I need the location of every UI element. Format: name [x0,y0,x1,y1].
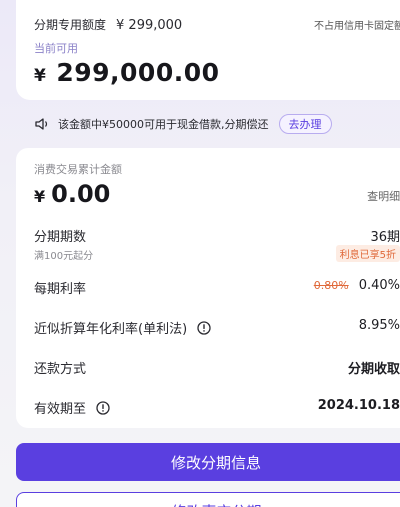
rate-row: 每期利率 0.80% 0.40% [34,278,400,297]
consumption-currency: ¥ [34,187,46,206]
quota-note: 不占用信用卡固定额度 [314,21,400,32]
annual-rate-value: 8.95% [358,318,400,333]
installment-card: 消费交易累计金额 ¥0.00 查明细> 分期期数 满100元起分 36期 利息已… [16,148,400,428]
secondary-action-button[interactable]: 修改索宝分期 [16,492,400,507]
detail-link-label: 查明细 [367,190,400,203]
repayment-row: 还款方式 分期收取 [34,358,400,377]
available-label: 当前可用 [34,42,78,55]
available-amount: ¥299,000.00 [34,58,220,87]
periods-row[interactable]: 分期期数 满100元起分 36期 利息已享5折 [34,226,400,262]
speaker-icon [35,118,48,130]
original-rate: 0.80% [313,279,349,292]
quota-row: 分期专用额度 ¥ 299,000 [34,16,182,33]
annual-rate-row: 近似折算年化利率(单利法) 8.95% [34,318,400,337]
validity-value: 2024.10.18 [317,398,400,413]
info-icon[interactable] [96,401,110,415]
consumption-value: 0.00 [51,180,111,208]
consumption-amount: ¥0.00 [34,180,110,208]
validity-label: 有效期至 [34,402,87,417]
rate-values: 0.80% 0.40% [314,278,400,293]
current-rate: 0.40% [358,278,400,293]
quota-label: 分期专用额度 [34,18,107,32]
periods-value: 36期 [370,230,400,245]
validity-row: 有效期至 2024.10.18 [34,398,400,417]
available-currency: ¥ [34,66,47,86]
apply-button[interactable]: 去办理 [278,114,332,134]
consumption-label: 消费交易累计金额 [34,163,122,176]
quota-card: 分期专用额度 ¥ 299,000 不占用信用卡固定额度 当前可用 ¥299,000… [16,0,400,100]
modify-installment-button[interactable]: 修改分期信息 [16,443,400,481]
discount-badge: 利息已享5折 [335,245,400,262]
cash-notice-bar: 该金额中¥50000可用于现金借款,分期偿还 去办理 [16,110,400,138]
periods-label: 分期期数 [34,230,87,245]
quota-amount: ¥ 299,000 [116,18,183,33]
available-value: 299,000.00 [56,58,220,87]
notice-text: 该金额中¥50000可用于现金借款,分期偿还 [58,118,269,131]
info-icon[interactable] [197,321,211,335]
view-detail-link[interactable]: 查明细> [367,188,400,204]
repayment-value: 分期收取 [347,362,400,377]
annual-rate-label: 近似折算年化利率(单利法) [34,322,188,337]
repayment-label: 还款方式 [34,362,87,377]
